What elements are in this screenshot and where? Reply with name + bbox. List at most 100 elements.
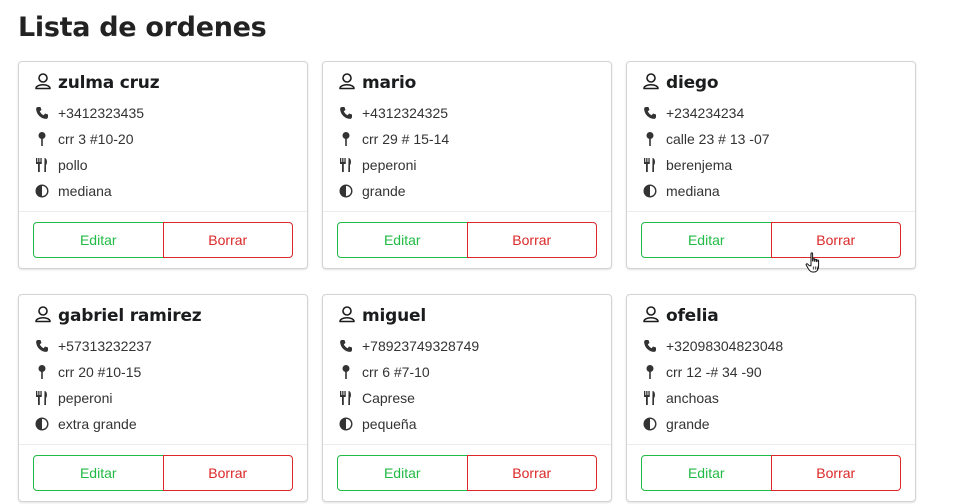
- order-card-content: zulma cruz +3412323435 crr 3 #10-20 poll…: [19, 62, 307, 212]
- food-line: anchoas: [642, 385, 901, 411]
- utensils-icon: [338, 390, 354, 406]
- food-value: berenjema: [666, 157, 733, 173]
- order-card-header: mario: [338, 72, 597, 94]
- order-card-content: mario +4312324325 crr 29 # 15-14 peperon…: [323, 62, 611, 212]
- edit-button[interactable]: Editar: [33, 455, 164, 491]
- size-value: extra grande: [58, 416, 137, 432]
- order-card: ofelia +32098304823048 crr 12 -# 34 -90 …: [626, 294, 916, 502]
- size-line: mediana: [34, 178, 293, 204]
- phone-line: +4312324325: [338, 100, 597, 126]
- delete-button[interactable]: Borrar: [770, 455, 901, 491]
- user-outline-icon: [338, 305, 356, 328]
- edit-button[interactable]: Editar: [33, 222, 164, 258]
- address-line: crr 3 #10-20: [34, 126, 293, 152]
- hand-pointer-icon: [805, 252, 823, 274]
- phone-icon: [642, 338, 658, 354]
- food-value: pollo: [58, 157, 88, 173]
- phone-icon: [34, 338, 50, 354]
- order-list-page: Lista de ordenes zulma cruz +3412323435 …: [0, 0, 972, 504]
- delete-button[interactable]: Borrar: [466, 222, 597, 258]
- address-value: crr 29 # 15-14: [362, 131, 450, 147]
- utensils-icon: [642, 390, 658, 406]
- user-outline-icon: [34, 72, 52, 95]
- utensils-icon: [642, 157, 658, 173]
- edit-button[interactable]: Editar: [337, 222, 468, 258]
- edit-button[interactable]: Editar: [337, 455, 468, 491]
- phone-icon: [338, 105, 354, 121]
- customer-name: mario: [362, 73, 417, 93]
- customer-name: ofelia: [666, 306, 719, 326]
- delete-button[interactable]: Borrar: [162, 222, 293, 258]
- size-line: mediana: [642, 178, 901, 204]
- food-line: peperoni: [338, 152, 597, 178]
- size-line: grande: [338, 178, 597, 204]
- address-line: crr 20 #10-15: [34, 359, 293, 385]
- map-pin-icon: [338, 131, 354, 147]
- order-card-content: diego +234234234 calle 23 # 13 -07 beren…: [627, 62, 915, 212]
- half-circle-icon: [34, 183, 50, 199]
- utensils-icon: [338, 157, 354, 173]
- order-card: miguel +78923749328749 crr 6 #7-10 Capre…: [322, 294, 612, 502]
- food-line: peperoni: [34, 385, 293, 411]
- size-line: extra grande: [34, 411, 293, 437]
- edit-button[interactable]: Editar: [641, 222, 772, 258]
- phone-value: +4312324325: [362, 105, 449, 121]
- order-card-header: miguel: [338, 305, 597, 327]
- customer-name: miguel: [362, 306, 426, 326]
- size-line: pequeña: [338, 411, 597, 437]
- address-value: calle 23 # 13 -07: [666, 131, 770, 147]
- address-line: calle 23 # 13 -07: [642, 126, 901, 152]
- order-card-content: ofelia +32098304823048 crr 12 -# 34 -90 …: [627, 295, 915, 445]
- order-card: mario +4312324325 crr 29 # 15-14 peperon…: [322, 61, 612, 269]
- food-value: anchoas: [666, 390, 719, 406]
- delete-button[interactable]: Borrar: [770, 222, 901, 258]
- order-card: gabriel ramirez +57313232237 crr 20 #10-…: [18, 294, 308, 502]
- address-value: crr 6 #7-10: [362, 364, 430, 380]
- half-circle-icon: [338, 183, 354, 199]
- customer-name: diego: [666, 73, 719, 93]
- phone-line: +3412323435: [34, 100, 293, 126]
- map-pin-icon: [34, 364, 50, 380]
- delete-button[interactable]: Borrar: [466, 455, 597, 491]
- order-card-header: ofelia: [642, 305, 901, 327]
- map-pin-icon: [338, 364, 354, 380]
- address-line: crr 6 #7-10: [338, 359, 597, 385]
- utensils-icon: [34, 157, 50, 173]
- food-line: Caprese: [338, 385, 597, 411]
- delete-button[interactable]: Borrar: [162, 455, 293, 491]
- food-value: peperoni: [58, 390, 113, 406]
- phone-value: +32098304823048: [666, 338, 784, 354]
- map-pin-icon: [642, 364, 658, 380]
- user-outline-icon: [338, 72, 356, 95]
- order-card-actions: Editar Borrar: [337, 455, 597, 491]
- user-outline-icon: [642, 72, 660, 95]
- order-card-actions: Editar Borrar: [33, 455, 293, 491]
- size-value: grande: [362, 183, 406, 199]
- map-pin-icon: [34, 131, 50, 147]
- customer-name: gabriel ramirez: [58, 306, 202, 326]
- size-value: pequeña: [362, 416, 417, 432]
- phone-value: +3412323435: [58, 105, 145, 121]
- order-card: zulma cruz +3412323435 crr 3 #10-20 poll…: [18, 61, 308, 269]
- phone-line: +78923749328749: [338, 333, 597, 359]
- food-value: Caprese: [362, 390, 415, 406]
- utensils-icon: [34, 390, 50, 406]
- half-circle-icon: [338, 416, 354, 432]
- address-value: crr 20 #10-15: [58, 364, 142, 380]
- food-line: berenjema: [642, 152, 901, 178]
- order-card-actions: Editar Borrar: [641, 222, 901, 258]
- edit-button[interactable]: Editar: [641, 455, 772, 491]
- order-card-content: gabriel ramirez +57313232237 crr 20 #10-…: [19, 295, 307, 445]
- phone-icon: [34, 105, 50, 121]
- food-value: peperoni: [362, 157, 417, 173]
- order-card-actions: Editar Borrar: [33, 222, 293, 258]
- phone-line: +57313232237: [34, 333, 293, 359]
- address-line: crr 12 -# 34 -90: [642, 359, 901, 385]
- order-card-content: miguel +78923749328749 crr 6 #7-10 Capre…: [323, 295, 611, 445]
- page-title: Lista de ordenes: [18, 12, 267, 43]
- phone-value: +234234234: [666, 105, 745, 121]
- half-circle-icon: [34, 416, 50, 432]
- order-card-header: gabriel ramirez: [34, 305, 293, 327]
- phone-value: +57313232237: [58, 338, 152, 354]
- map-pin-icon: [642, 131, 658, 147]
